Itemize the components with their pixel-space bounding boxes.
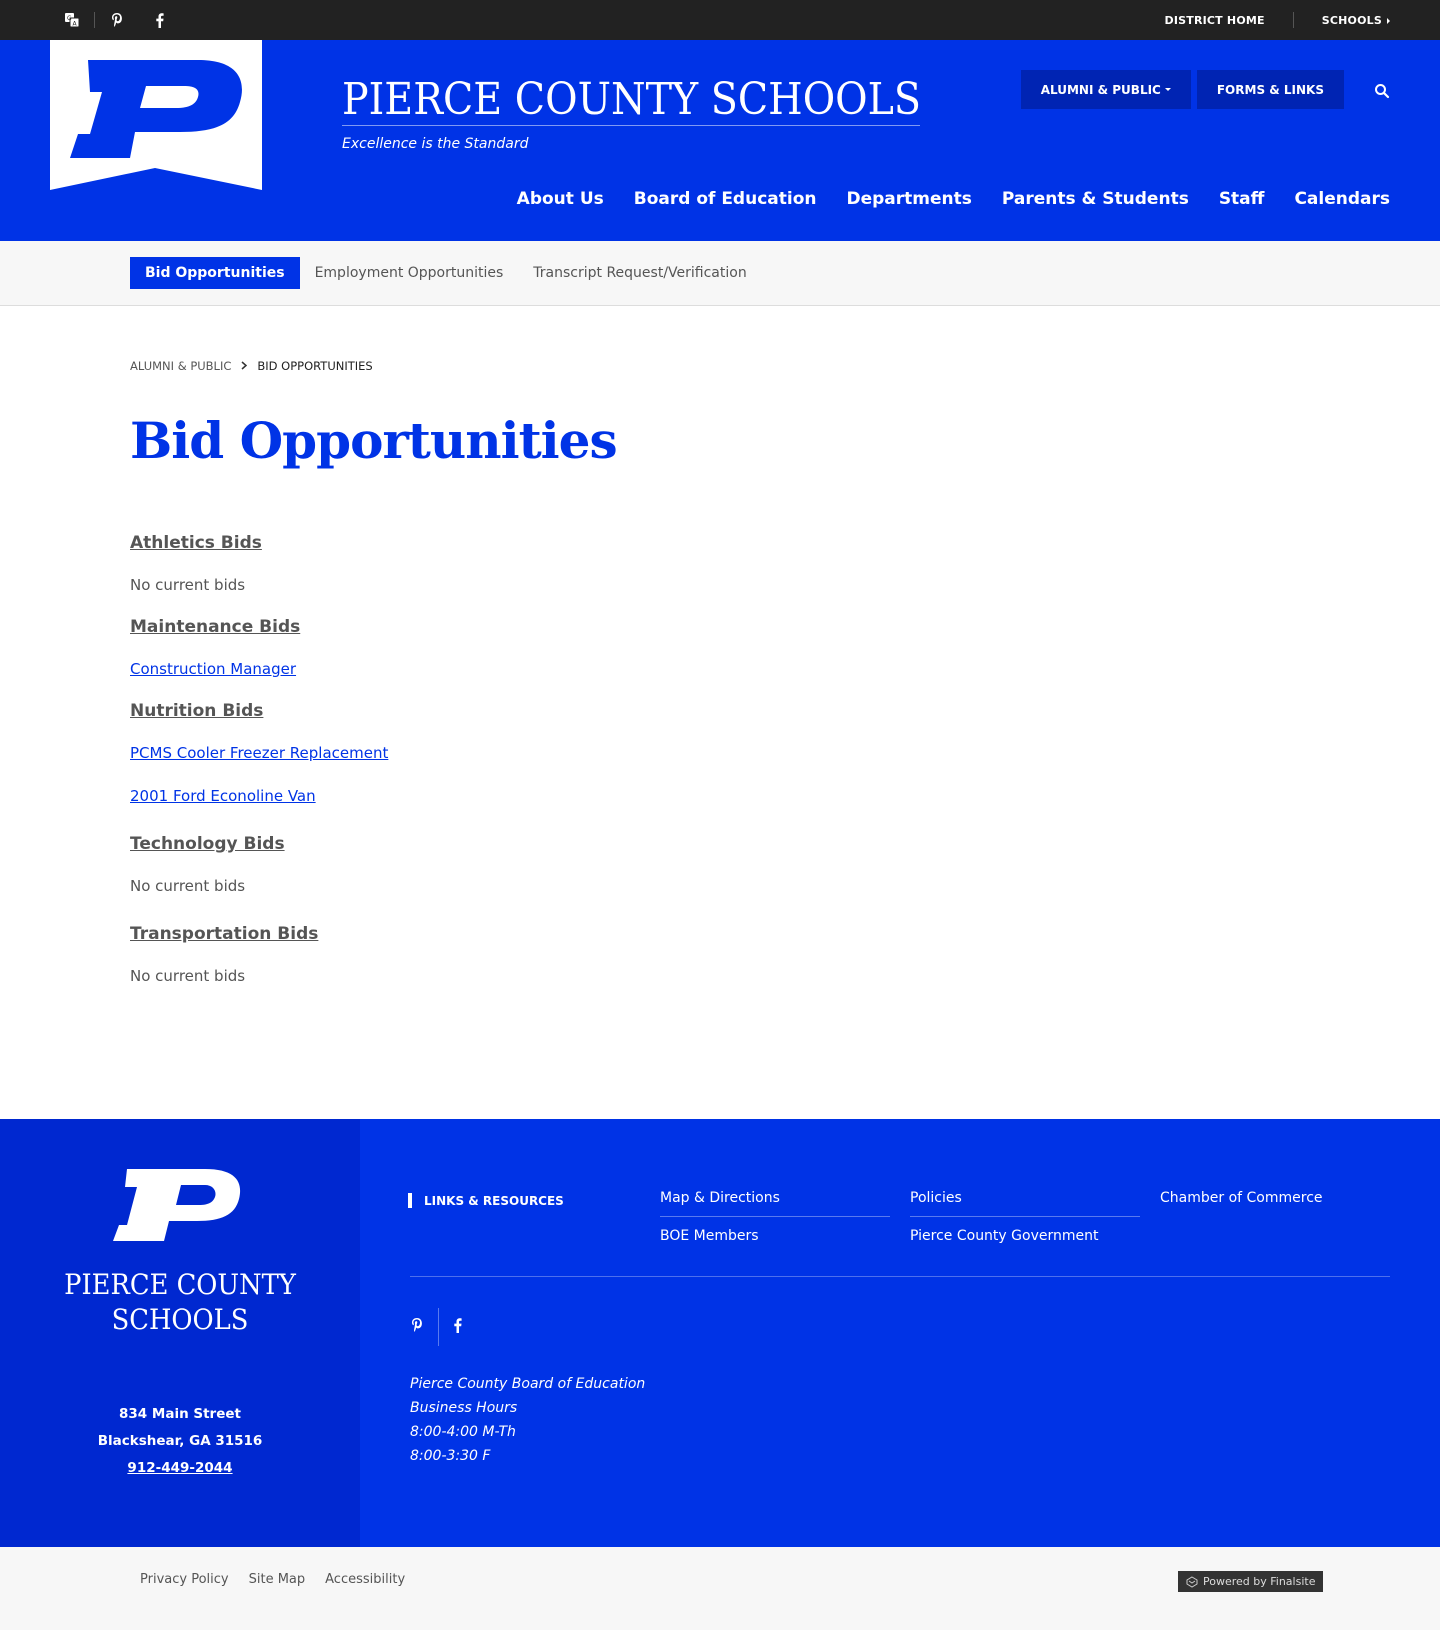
ford-econoline-van-link[interactable]: 2001 Ford Econoline Van bbox=[130, 787, 388, 805]
business-hours: Pierce County Board of Education Busines… bbox=[410, 1372, 645, 1468]
legal-links: Privacy Policy Site Map Accessibility bbox=[140, 1572, 405, 1587]
footer-links-area: LINKS & RESOURCES Map & Directions Polic… bbox=[360, 1119, 1440, 1547]
alumni-public-label: ALUMNI & PUBLIC bbox=[1040, 82, 1161, 97]
heading-bar bbox=[408, 1193, 412, 1208]
policies-link[interactable]: Policies bbox=[910, 1179, 1140, 1217]
facebook-icon[interactable] bbox=[453, 1317, 462, 1337]
transportation-bids-heading[interactable]: Transportation Bids bbox=[130, 924, 388, 944]
forms-links-button[interactable]: FORMS & LINKS bbox=[1196, 70, 1344, 109]
footer-address: 834 Main Street Blackshear, GA 31516 912… bbox=[0, 1401, 360, 1482]
hours-line: 8:00-3:30 F bbox=[410, 1448, 491, 1464]
subnav-employment-opportunities[interactable]: Employment Opportunities bbox=[300, 257, 519, 289]
site-name-underline bbox=[342, 125, 920, 126]
district-home-link[interactable]: DISTRICT HOME bbox=[1165, 14, 1265, 27]
footer-site-name: PIERCE COUNTY SCHOOLS bbox=[14, 1267, 345, 1337]
footer-link-grid: Map & Directions Policies Chamber of Com… bbox=[660, 1179, 1390, 1255]
schools-dropdown[interactable]: SCHOOLS bbox=[1322, 14, 1390, 27]
breadcrumb: ALUMNI & PUBLIC BID OPPORTUNITIES bbox=[130, 359, 373, 373]
breadcrumb-parent[interactable]: ALUMNI & PUBLIC bbox=[130, 359, 231, 373]
links-resources-heading: LINKS & RESOURCES bbox=[408, 1193, 564, 1208]
site-tagline: Excellence is the Standard bbox=[342, 136, 529, 152]
facebook-icon[interactable] bbox=[151, 12, 167, 28]
divider bbox=[438, 1308, 439, 1346]
page-title: Bid Opportunities bbox=[130, 411, 618, 470]
nav-parents-students[interactable]: Parents & Students bbox=[1002, 189, 1189, 209]
boe-members-link[interactable]: BOE Members bbox=[660, 1217, 890, 1255]
main-nav: About Us Board of Education Departments … bbox=[517, 189, 1390, 209]
divider bbox=[1292, 12, 1294, 28]
maintenance-bids-heading[interactable]: Maintenance Bids bbox=[130, 617, 388, 637]
section-subnav: Bid Opportunities Employment Opportuniti… bbox=[0, 241, 1440, 306]
translate-icon[interactable]: GA bbox=[64, 12, 80, 28]
nav-departments[interactable]: Departments bbox=[847, 189, 972, 209]
powered-by-finalsite-badge[interactable]: Powered by Finalsite bbox=[1178, 1571, 1324, 1592]
divider bbox=[94, 12, 95, 28]
bottom-bar: Privacy Policy Site Map Accessibility Po… bbox=[0, 1547, 1440, 1630]
footer-name-line1: PIERCE COUNTY bbox=[64, 1268, 296, 1301]
bid-sections: Athletics Bids No current bids Maintenan… bbox=[130, 531, 388, 985]
powered-by-label: Powered by Finalsite bbox=[1203, 1575, 1316, 1588]
site-footer: PIERCE COUNTY SCHOOLS 834 Main Street Bl… bbox=[0, 1119, 1440, 1547]
caret-down-icon bbox=[1164, 88, 1171, 91]
technology-bids-heading[interactable]: Technology Bids bbox=[130, 834, 388, 854]
links-resources-label: LINKS & RESOURCES bbox=[424, 1193, 564, 1208]
svg-text:G: G bbox=[67, 15, 72, 22]
nav-staff[interactable]: Staff bbox=[1219, 189, 1265, 209]
district-logo[interactable] bbox=[50, 40, 262, 190]
breadcrumb-current: BID OPPORTUNITIES bbox=[257, 359, 373, 373]
footer-contact: PIERCE COUNTY SCHOOLS 834 Main Street Bl… bbox=[0, 1119, 360, 1547]
hours-line: 8:00-4:00 M-Th bbox=[410, 1424, 516, 1440]
site-header: PIERCE COUNTY SCHOOLS Excellence is the … bbox=[0, 40, 1440, 241]
utility-links: DISTRICT HOME SCHOOLS bbox=[1165, 12, 1390, 28]
phone-link[interactable]: 912-449-2044 bbox=[0, 1455, 360, 1482]
nav-calendars[interactable]: Calendars bbox=[1294, 189, 1390, 209]
address-street: 834 Main Street bbox=[119, 1406, 241, 1422]
construction-manager-link[interactable]: Construction Manager bbox=[130, 660, 388, 678]
caret-right-icon bbox=[1387, 17, 1390, 24]
accessibility-link[interactable]: Accessibility bbox=[325, 1572, 405, 1587]
pierce-county-government-link[interactable]: Pierce County Government bbox=[910, 1217, 1140, 1255]
footer-logo[interactable] bbox=[113, 1167, 245, 1243]
hours-line: Business Hours bbox=[410, 1400, 518, 1416]
utility-bar: GA DISTRICT HOME SCHOOLS bbox=[0, 0, 1440, 40]
subnav-transcript-request[interactable]: Transcript Request/Verification bbox=[518, 257, 761, 289]
map-directions-link[interactable]: Map & Directions bbox=[660, 1179, 890, 1217]
nutrition-bids-heading[interactable]: Nutrition Bids bbox=[130, 701, 388, 721]
pcms-cooler-freezer-link[interactable]: PCMS Cooler Freezer Replacement bbox=[130, 744, 388, 762]
athletics-bids-heading[interactable]: Athletics Bids bbox=[130, 533, 388, 553]
footer-name-line2: SCHOOLS bbox=[111, 1303, 249, 1336]
pinterest-icon[interactable] bbox=[410, 1317, 424, 1337]
nav-board-of-education[interactable]: Board of Education bbox=[634, 189, 817, 209]
footer-divider bbox=[410, 1276, 1390, 1277]
site-map-link[interactable]: Site Map bbox=[249, 1572, 306, 1587]
alumni-public-button[interactable]: ALUMNI & PUBLIC bbox=[1020, 70, 1191, 109]
chamber-of-commerce-link[interactable]: Chamber of Commerce bbox=[1160, 1179, 1390, 1217]
finalsite-icon bbox=[1186, 1575, 1198, 1588]
technology-bids-text: No current bids bbox=[130, 877, 246, 895]
main-content: ALUMNI & PUBLIC BID OPPORTUNITIES Bid Op… bbox=[0, 306, 1440, 1119]
site-name[interactable]: PIERCE COUNTY SCHOOLS bbox=[342, 75, 921, 124]
footer-social bbox=[410, 1308, 462, 1346]
nav-about-us[interactable]: About Us bbox=[517, 189, 604, 209]
hours-line: Pierce County Board of Education bbox=[410, 1376, 646, 1392]
pinterest-icon[interactable] bbox=[109, 12, 125, 28]
utility-social: GA bbox=[64, 12, 167, 28]
search-icon[interactable] bbox=[1374, 83, 1390, 99]
header-buttons: ALUMNI & PUBLIC FORMS & LINKS bbox=[1020, 70, 1344, 109]
schools-label: SCHOOLS bbox=[1321, 13, 1382, 27]
transportation-bids-text: No current bids bbox=[130, 967, 246, 985]
subnav-bid-opportunities[interactable]: Bid Opportunities bbox=[130, 257, 300, 289]
athletics-bids-text: No current bids bbox=[130, 576, 246, 594]
privacy-policy-link[interactable]: Privacy Policy bbox=[140, 1572, 229, 1587]
address-city: Blackshear, GA 31516 bbox=[97, 1433, 263, 1449]
chevron-right-icon bbox=[241, 360, 248, 373]
